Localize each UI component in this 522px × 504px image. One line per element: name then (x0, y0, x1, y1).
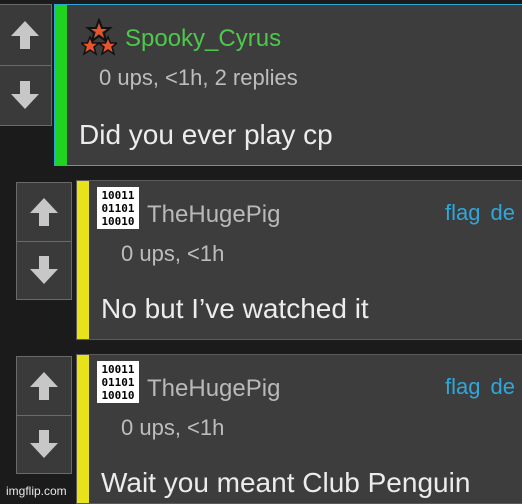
comment-meta: 0 ups, <1h (121, 241, 225, 266)
svg-text:10010: 10010 (101, 215, 134, 228)
arrow-up-icon (11, 20, 39, 49)
comment-username[interactable]: TheHugePig (147, 375, 280, 403)
vote-box (16, 182, 72, 300)
comment-accent-bar (55, 5, 67, 165)
downvote-button[interactable] (0, 64, 51, 126)
vote-box (0, 4, 52, 126)
flag-link[interactable]: flag (445, 374, 480, 399)
downvote-button[interactable] (17, 414, 71, 474)
upvote-button[interactable] (17, 183, 71, 241)
comment-actions: flag de (445, 200, 515, 226)
flag-link[interactable]: flag (445, 200, 480, 225)
downvote-button[interactable] (17, 240, 71, 300)
upvote-button[interactable] (17, 357, 71, 415)
comment-meta: 0 ups, <1h (121, 415, 225, 440)
arrow-up-icon (30, 197, 58, 226)
svg-text:01101: 01101 (101, 202, 134, 215)
comment-meta: 0 ups, <1h, 2 replies (99, 65, 298, 90)
comment-card: Spooky_Cyrus 0 ups, <1h, 2 replies Did y… (54, 4, 522, 166)
svg-text:10010: 10010 (101, 389, 134, 402)
comment-username[interactable]: TheHugePig (147, 201, 280, 229)
comment-text: Wait you meant Club Penguin (101, 467, 471, 498)
comment-accent-bar (77, 355, 89, 503)
comment-text: No but I’ve watched it (101, 293, 369, 324)
svg-text:01101: 01101 (101, 376, 134, 389)
arrow-up-icon (30, 371, 58, 400)
stars-icon (78, 17, 120, 61)
arrow-down-icon (30, 430, 58, 459)
binary-icon: 10011 01101 10010 (97, 361, 139, 408)
comment-accent-bar (77, 181, 89, 339)
watermark: imgflip.com (6, 484, 67, 498)
upvote-button[interactable] (0, 5, 51, 65)
comment-card: 10011 01101 10010 TheHugePig flag de 0 up… (76, 354, 522, 504)
delete-link[interactable]: de (490, 200, 514, 225)
binary-icon: 10011 01101 10010 (97, 187, 139, 234)
comment-username[interactable]: Spooky_Cyrus (125, 25, 281, 53)
arrow-down-icon (30, 256, 58, 285)
comment-actions: flag de (445, 374, 515, 400)
svg-text:10011: 10011 (101, 363, 134, 376)
delete-link[interactable]: de (490, 374, 514, 399)
arrow-down-icon (11, 81, 39, 110)
vote-box (16, 356, 72, 474)
comment-text: Did you ever play cp (79, 119, 333, 150)
comment-card: 10011 01101 10010 TheHugePig flag de 0 up… (76, 180, 522, 340)
svg-text:10011: 10011 (101, 189, 134, 202)
